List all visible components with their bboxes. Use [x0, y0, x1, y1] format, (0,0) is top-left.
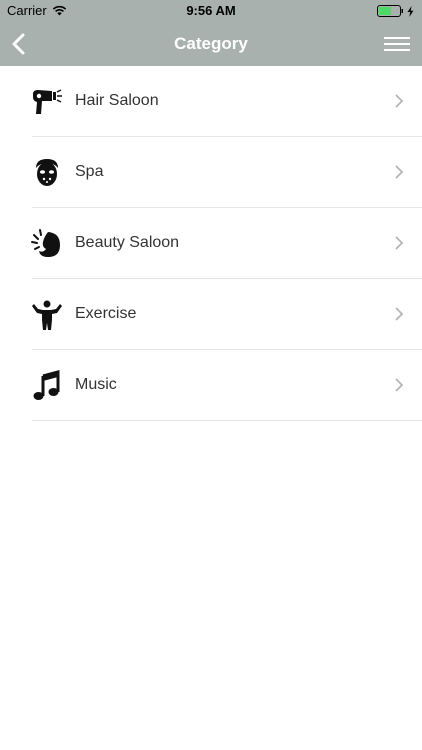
- category-item-music[interactable]: Music: [0, 350, 422, 421]
- chevron-right-icon: [395, 165, 404, 179]
- chevron-right-icon: [395, 236, 404, 250]
- category-item-spa[interactable]: Spa: [0, 137, 422, 208]
- header-area: Carrier 9:56 AM Category: [0, 0, 422, 66]
- hair-dryer-icon: [33, 89, 62, 114]
- charging-bolt-icon: [407, 5, 414, 17]
- category-item-beauty-saloon[interactable]: Beauty Saloon: [0, 208, 422, 279]
- exercise-person-icon: [32, 300, 62, 330]
- category-item-exercise[interactable]: Exercise: [0, 279, 422, 350]
- navigation-bar: Category: [0, 22, 422, 66]
- battery-icon: [377, 5, 403, 17]
- status-time: 9:56 AM: [186, 3, 236, 18]
- category-label: Music: [75, 376, 117, 393]
- music-note-icon: [33, 370, 60, 400]
- row-divider: [32, 420, 422, 421]
- category-list: Hair Saloon Spa Beauty Saloon Exercise M…: [0, 66, 422, 421]
- category-label: Beauty Saloon: [75, 234, 180, 251]
- beauty-face-icon: [31, 229, 60, 257]
- battery-indicator: [377, 5, 414, 17]
- category-label: Hair Saloon: [75, 92, 159, 109]
- chevron-right-icon: [395, 378, 404, 392]
- spa-face-icon: [36, 159, 58, 186]
- menu-button[interactable]: [384, 35, 410, 53]
- category-item-hair-saloon[interactable]: Hair Saloon: [0, 66, 422, 137]
- category-label: Exercise: [75, 305, 137, 322]
- category-label: Spa: [75, 163, 104, 180]
- chevron-right-icon: [395, 94, 404, 108]
- status-bar: Carrier 9:56 AM: [0, 0, 422, 22]
- chevron-right-icon: [395, 307, 404, 321]
- page-title: Category: [174, 34, 248, 53]
